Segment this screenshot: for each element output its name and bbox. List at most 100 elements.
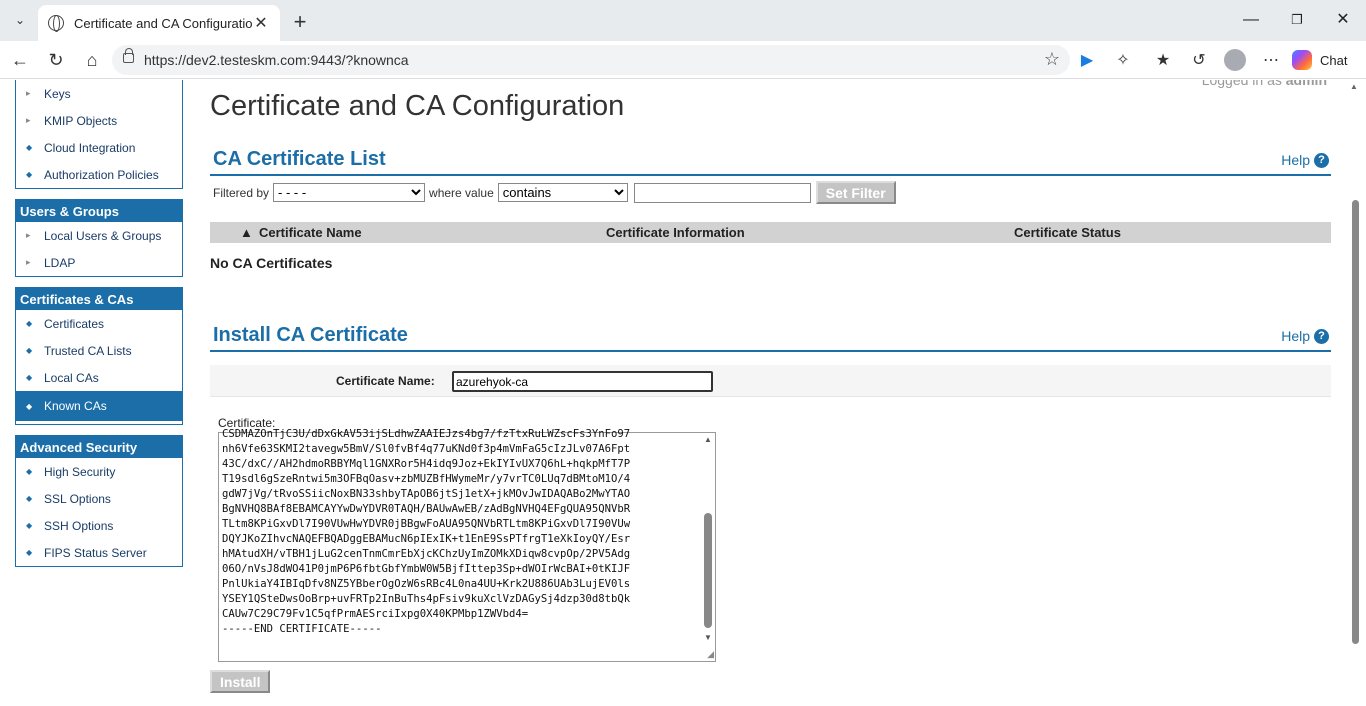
tab-list-chevron-icon[interactable]: ⌄ bbox=[6, 7, 34, 33]
sidebar-item-trusted-ca-lists[interactable]: ◆ Trusted CA Lists bbox=[16, 337, 182, 364]
bullet-icon: ◆ bbox=[26, 467, 33, 476]
textarea-scrollbar[interactable]: ▲ ▼ bbox=[703, 435, 713, 645]
expand-arrow-icon: ▸ bbox=[26, 257, 31, 267]
sidebar-item-kmip-objects[interactable]: ▸ KMIP Objects bbox=[16, 107, 182, 134]
address-bar-row: ← ↻ ⌂ https://dev2.testeskm.com:9443/?kn… bbox=[0, 41, 1366, 79]
window-close-icon[interactable]: ✕ bbox=[1328, 8, 1358, 32]
bullet-icon: ◆ bbox=[26, 143, 33, 152]
sidebar-item-local-cas[interactable]: ◆ Local CAs bbox=[16, 364, 182, 391]
favorites-icon[interactable]: ★ bbox=[1152, 50, 1174, 72]
url-text: https://dev2.testeskm.com:9443/?knownca bbox=[144, 52, 409, 68]
sort-asc-icon[interactable]: ▲ bbox=[240, 225, 253, 240]
filter-value-input[interactable] bbox=[633, 182, 811, 203]
lock-icon bbox=[123, 48, 134, 63]
sidebar-group-advanced-security: Advanced Security ◆ High Security ◆ SSL Op… bbox=[15, 435, 183, 567]
sidebar-item-high-security[interactable]: ◆ High Security bbox=[16, 458, 182, 485]
chat-button[interactable]: Chat bbox=[1292, 46, 1360, 74]
minimize-icon[interactable]: — bbox=[1236, 8, 1266, 32]
set-filter-button[interactable]: Set Filter bbox=[815, 181, 896, 204]
page-content: ▸ Keys ▸ KMIP Objects ◆ Cloud Integration ◆… bbox=[0, 80, 1366, 706]
help-label: Help bbox=[1281, 328, 1310, 344]
sidebar-item-label: Local Users & Groups bbox=[44, 228, 162, 243]
sidebar-item-keys[interactable]: ▸ Keys bbox=[16, 80, 182, 107]
help-icon: ? bbox=[1314, 328, 1329, 344]
sidebar-item-label: FIPS Status Server bbox=[44, 545, 147, 560]
install-button[interactable]: Install bbox=[210, 670, 271, 693]
ca-list-help-link[interactable]: Help? bbox=[1281, 152, 1329, 168]
bullet-icon: ◆ bbox=[26, 319, 33, 328]
sidebar-item-label: LDAP bbox=[44, 255, 76, 270]
sidebar-group-title: Certificates & CAs bbox=[16, 288, 182, 310]
expand-arrow-icon: ▸ bbox=[26, 88, 31, 98]
sidebar-item-certificates[interactable]: ◆ Certificates bbox=[16, 310, 182, 337]
history-icon[interactable]: ↺ bbox=[1188, 50, 1210, 72]
reload-icon[interactable]: ↻ bbox=[44, 49, 68, 71]
ca-table-header: ▲ Certificate Name Certificate Informati… bbox=[210, 222, 1331, 243]
profile-avatar[interactable] bbox=[1224, 49, 1246, 71]
restore-icon[interactable]: ❐ bbox=[1282, 8, 1312, 32]
sidebar-item-label: Local CAs bbox=[44, 370, 99, 385]
chat-label: Chat bbox=[1320, 52, 1348, 68]
scroll-down-icon[interactable]: ▼ bbox=[703, 633, 713, 642]
bullet-icon: ◆ bbox=[26, 170, 33, 179]
sidebar-item-label: Authorization Policies bbox=[44, 167, 159, 182]
filter-operator-select[interactable]: contains bbox=[497, 183, 628, 202]
browser-tab[interactable]: Certificate and CA Configuration ✕ bbox=[38, 5, 280, 41]
sidebar-item-label: Cloud Integration bbox=[44, 140, 136, 155]
filter-field-select[interactable]: - - - - bbox=[273, 183, 426, 202]
logged-in-status: Logged in as admin bbox=[1202, 80, 1327, 88]
page-scroll-up-icon[interactable]: ▲ bbox=[1350, 82, 1358, 91]
filtered-by-label: Filtered by bbox=[213, 185, 270, 200]
column-certificate-information[interactable]: Certificate Information bbox=[606, 225, 745, 240]
logged-in-user: admin bbox=[1285, 80, 1327, 88]
extensions-icon[interactable]: ✧ bbox=[1112, 50, 1134, 72]
bullet-icon: ◆ bbox=[26, 521, 33, 530]
bing-icon[interactable]: ▶ bbox=[1076, 50, 1098, 72]
url-field[interactable]: https://dev2.testeskm.com:9443/?knownca … bbox=[112, 45, 1070, 75]
sidebar-item-cloud-integration[interactable]: ◆ Cloud Integration bbox=[16, 134, 182, 161]
install-help-link[interactable]: Help? bbox=[1281, 328, 1329, 344]
sidebar-group-certificates: Certificates & CAs ◆ Certificates ◆ Truste… bbox=[15, 287, 183, 425]
sidebar-item-local-users[interactable]: ▸ Local Users & Groups bbox=[16, 222, 182, 249]
home-icon[interactable]: ⌂ bbox=[80, 49, 104, 71]
sidebar-item-authorization-policies[interactable]: ◆ Authorization Policies bbox=[16, 161, 182, 188]
bullet-icon: ◆ bbox=[26, 401, 33, 411]
ca-list-title: CA Certificate List bbox=[213, 148, 386, 170]
sidebar-item-known-cas[interactable]: ◆ Known CAs bbox=[16, 391, 182, 421]
where-value-label: where value bbox=[429, 185, 494, 200]
bullet-icon: ◆ bbox=[26, 346, 33, 355]
more-options-icon[interactable]: ⋯ bbox=[1260, 50, 1282, 72]
resize-handle-icon[interactable]: ◢ bbox=[707, 649, 714, 660]
certificate-textarea[interactable]: CSDMAZOnTjC3U/dDxGkAV53ijSLdhwZAAIEJzs4b… bbox=[218, 428, 716, 662]
scroll-up-icon[interactable]: ▲ bbox=[703, 435, 713, 444]
favorite-star-icon[interactable]: ☆ bbox=[1044, 49, 1060, 70]
expand-arrow-icon: ▸ bbox=[26, 230, 31, 240]
new-tab-icon[interactable]: + bbox=[288, 9, 312, 35]
scroll-thumb[interactable] bbox=[704, 513, 712, 628]
section-divider bbox=[210, 174, 1331, 176]
page-scroll-thumb[interactable] bbox=[1352, 200, 1359, 644]
cert-name-input[interactable] bbox=[452, 371, 713, 392]
sidebar-item-ldap[interactable]: ▸ LDAP bbox=[16, 249, 182, 276]
section-divider bbox=[210, 350, 1331, 352]
sidebar-item-label: SSL Options bbox=[44, 491, 111, 506]
sidebar-item-ssl-options[interactable]: ◆ SSL Options bbox=[16, 485, 182, 512]
sidebar: ▸ Keys ▸ KMIP Objects ◆ Cloud Integration ◆… bbox=[15, 80, 183, 577]
sidebar-item-ssh-options[interactable]: ◆ SSH Options bbox=[16, 512, 182, 539]
filter-row: Filtered by - - - - where value contains… bbox=[213, 181, 896, 204]
sidebar-item-label: Certificates bbox=[44, 316, 105, 331]
help-label: Help bbox=[1281, 152, 1310, 168]
bullet-icon: ◆ bbox=[26, 494, 33, 503]
sidebar-item-fips-status-server[interactable]: ◆ FIPS Status Server bbox=[16, 539, 182, 566]
column-certificate-name[interactable]: Certificate Name bbox=[259, 225, 362, 240]
bullet-icon: ◆ bbox=[26, 548, 33, 557]
help-icon: ? bbox=[1314, 152, 1329, 168]
page-title: Certificate and CA Configuration bbox=[210, 90, 625, 122]
sidebar-item-label: High Security bbox=[44, 464, 116, 479]
close-tab-icon[interactable]: ✕ bbox=[252, 13, 270, 33]
page-scrollbar[interactable]: ▲ bbox=[1350, 80, 1360, 706]
copilot-icon bbox=[1292, 50, 1312, 70]
column-certificate-status[interactable]: Certificate Status bbox=[1014, 225, 1121, 240]
browser-tab-bar: ⌄ Certificate and CA Configuration ✕ + —… bbox=[0, 0, 1366, 41]
back-icon[interactable]: ← bbox=[8, 49, 32, 71]
